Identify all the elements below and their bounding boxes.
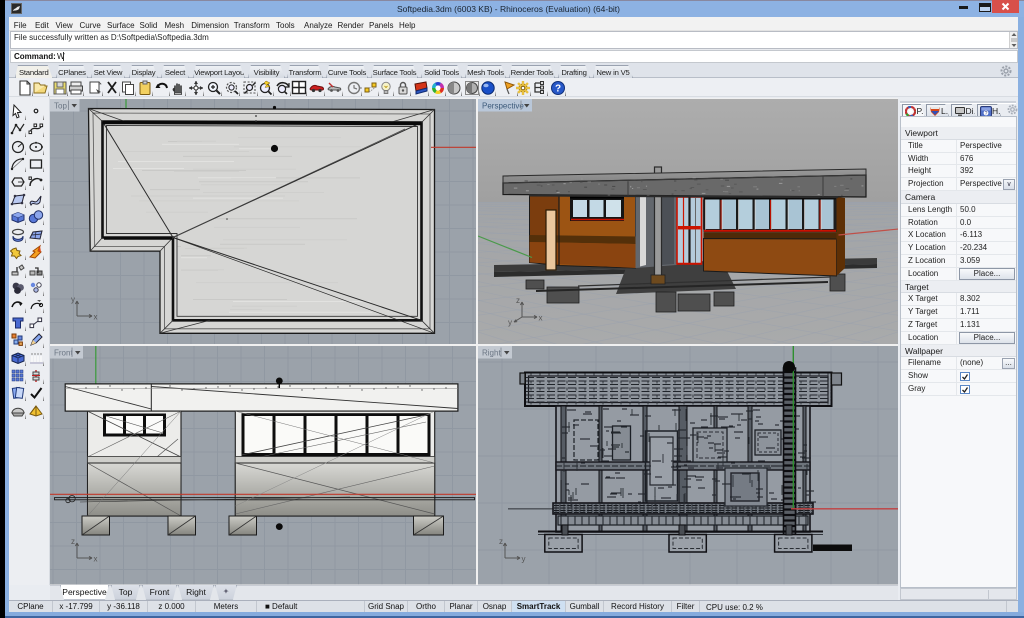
svg-text:y: y bbox=[521, 555, 525, 564]
svg-text:z: z bbox=[71, 537, 75, 546]
svg-text:x: x bbox=[538, 314, 542, 323]
svg-text:x: x bbox=[93, 313, 97, 322]
svg-text:Perspective: Perspective bbox=[482, 102, 524, 111]
svg-text:z: z bbox=[516, 296, 520, 305]
svg-text:y: y bbox=[71, 295, 75, 304]
svg-text:y: y bbox=[508, 318, 512, 327]
svg-text:Front: Front bbox=[54, 349, 73, 358]
svg-text:?: ? bbox=[554, 84, 560, 95]
svg-text:Top: Top bbox=[54, 102, 67, 111]
svg-text:Right: Right bbox=[482, 349, 501, 358]
svg-text:z: z bbox=[499, 537, 503, 546]
svg-text:x: x bbox=[93, 555, 97, 564]
